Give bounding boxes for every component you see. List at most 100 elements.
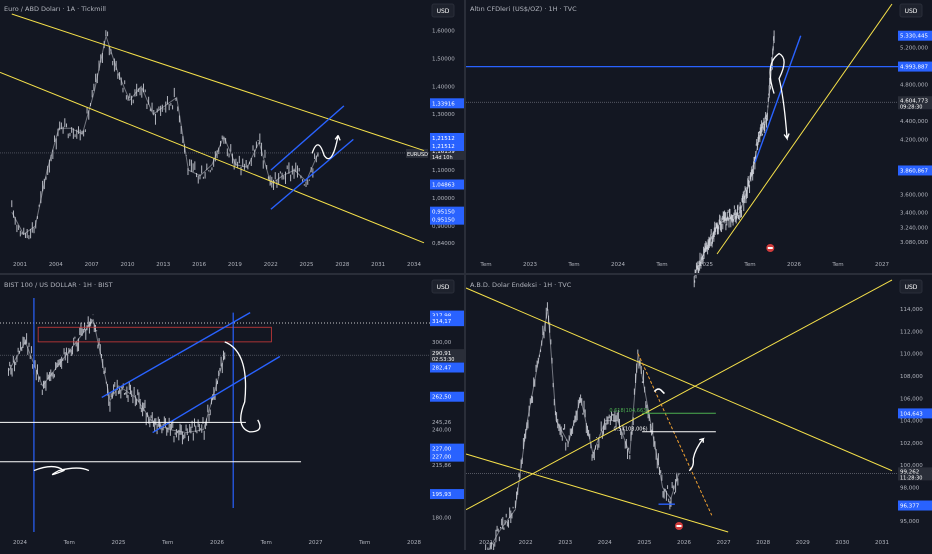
time-tick-label: 2024 <box>611 262 625 268</box>
time-tick-label: 2026 <box>210 540 224 546</box>
trend-line-rising <box>465 279 893 511</box>
price-badge-label: 314,17 <box>432 319 452 325</box>
price-tick-label: 114,000 <box>900 307 923 313</box>
price-tick-label: 4.200,000 <box>900 137 928 143</box>
fib-0618-label: 0.618(104,663) <box>609 408 648 414</box>
price-badge-label: 0,95150 <box>432 218 455 224</box>
price-badge-label: 3.860,867 <box>900 168 928 174</box>
supply-zone <box>37 326 272 343</box>
time-tick-label: Tem <box>831 262 843 268</box>
trend-line-lower <box>0 71 425 244</box>
price-tick-label: 1,30000 <box>432 112 455 118</box>
currency-button[interactable]: USD <box>899 3 923 18</box>
price-tick-label: 102,000 <box>900 441 923 447</box>
price-tick-label: 1,10000 <box>432 168 455 174</box>
symbol-tag: EURUSD <box>407 152 428 158</box>
scribble-drawing <box>33 465 90 476</box>
time-tick-label: 2025 <box>637 540 651 546</box>
chart-title: A.B.D. Dolar Endeksi · 1H · TVC <box>470 281 572 289</box>
time-tick-label: 2022 <box>264 262 278 268</box>
time-tick-label: 2023 <box>558 540 572 546</box>
time-tick-label: 2001 <box>13 262 27 268</box>
last-price-countdown: 14d 10h <box>432 155 453 161</box>
time-tick-label: Tem <box>479 262 491 268</box>
time-tick-label: 2028 <box>407 540 421 546</box>
price-tick-label: 3.080,000 <box>900 240 928 246</box>
event-icon[interactable] <box>675 522 683 530</box>
price-badge-label: 104,643 <box>900 411 923 417</box>
candles <box>483 302 680 554</box>
price-tick-label: 4.400,000 <box>900 119 928 125</box>
price-tick-label: 215,86 <box>432 463 452 469</box>
time-tick-label: 2007 <box>85 262 99 268</box>
price-tick-label: 108,000 <box>900 374 923 380</box>
time-tick-label: 2026 <box>787 262 801 268</box>
price-badge-label: 282,47 <box>432 366 452 372</box>
price-tick-label: 106,000 <box>900 396 923 402</box>
time-tick-label: 2019 <box>228 262 242 268</box>
time-tick-label: 2031 <box>875 540 889 546</box>
price-tick-label: 98,000 <box>900 485 920 491</box>
panel-eurusd[interactable]: Euro / ABD Doları · 1A · Tickmill USD 1,60… <box>0 3 464 268</box>
time-tick-label: 2027 <box>875 262 889 268</box>
price-tick-label: 1,60000 <box>432 28 455 34</box>
currency-label: USD <box>905 8 918 15</box>
time-tick-label: 2024 <box>13 540 27 546</box>
price-tick-label: 240,00 <box>432 428 452 434</box>
price-tick-label: 0,84000 <box>432 241 455 247</box>
time-tick-label: 2027 <box>309 540 323 546</box>
price-badge-label: 227,00 <box>432 455 452 461</box>
price-tick-label: 1,40000 <box>432 84 455 90</box>
time-tick-label: Tem <box>63 540 75 546</box>
event-flag-stripe <box>767 247 773 249</box>
series-line <box>8 318 226 434</box>
price-badge-label: 96,377 <box>900 504 920 510</box>
time-tick-label: 2027 <box>717 540 731 546</box>
chart-title: Altın CFDleri (US$/OZ) · 1H · TVC <box>470 5 577 13</box>
price-tick-label: 110,000 <box>900 352 923 358</box>
price-badge-label: 5.330,445 <box>900 34 928 40</box>
panel-gold[interactable]: Altın CFDleri (US$/OZ) · 1H · TVC USD 5.20… <box>466 3 932 288</box>
price-tick-label: 3.400,000 <box>900 211 928 217</box>
event-flag-stripe <box>676 525 682 527</box>
price-tick-label: 112,000 <box>900 329 923 335</box>
panel-dxy[interactable]: A.B.D. Dolar Endeksi · 1H · TVC USD 114,00… <box>465 279 932 554</box>
time-tick-label: Tem <box>260 540 272 546</box>
event-icon[interactable] <box>766 244 775 252</box>
time-tick-label: 2022 <box>519 540 533 546</box>
time-tick-label: 2028 <box>756 540 770 546</box>
currency-button[interactable]: USD <box>431 279 455 294</box>
cross-drawing <box>653 388 665 395</box>
series-line <box>486 309 680 554</box>
candles <box>7 314 226 445</box>
time-tick-label: 2024 <box>598 540 612 546</box>
time-tick-label: 2030 <box>835 540 849 546</box>
time-tick-label: 2010 <box>120 262 134 268</box>
panel-bist100-usd[interactable]: BIST 100 / US DOLLAR · 1H · BISTUSD317,9… <box>0 279 464 546</box>
time-tick-label: 2029 <box>796 540 810 546</box>
price-tick-label: 180,00 <box>432 515 452 521</box>
price-tick-label: 4.800,000 <box>900 82 928 88</box>
trend-line-falling <box>465 287 893 472</box>
time-tick-label: 2031 <box>371 262 385 268</box>
currency-label: USD <box>905 284 918 291</box>
price-tick-label: 1,50000 <box>432 56 455 62</box>
chart-title: Euro / ABD Doları · 1A · Tickmill <box>4 5 106 13</box>
time-tick-label: 2016 <box>192 262 206 268</box>
price-badge-label: 1,33916 <box>432 101 455 107</box>
price-badge-label: 1,04863 <box>432 183 455 189</box>
price-tick-label: 5.200,000 <box>900 46 928 52</box>
price-badge-label: 1,21512 <box>432 144 455 150</box>
price-badge-label: 195,93 <box>432 492 452 498</box>
currency-button[interactable]: USD <box>899 279 923 294</box>
currency-button[interactable]: USD <box>431 3 455 18</box>
price-tick-label: 104,000 <box>900 419 923 425</box>
last-price-countdown: 09:28:30 <box>900 104 922 110</box>
price-tick-label: 95,000 <box>900 519 920 525</box>
price-tick-label: 1,00000 <box>432 196 455 202</box>
fib-05-label: 0.5 (103,006) <box>613 427 647 433</box>
time-tick-label: 2025 <box>300 262 314 268</box>
channel-upper <box>270 105 345 171</box>
price-badge-label: 262,50 <box>432 395 452 401</box>
time-tick-label: 2004 <box>49 262 63 268</box>
